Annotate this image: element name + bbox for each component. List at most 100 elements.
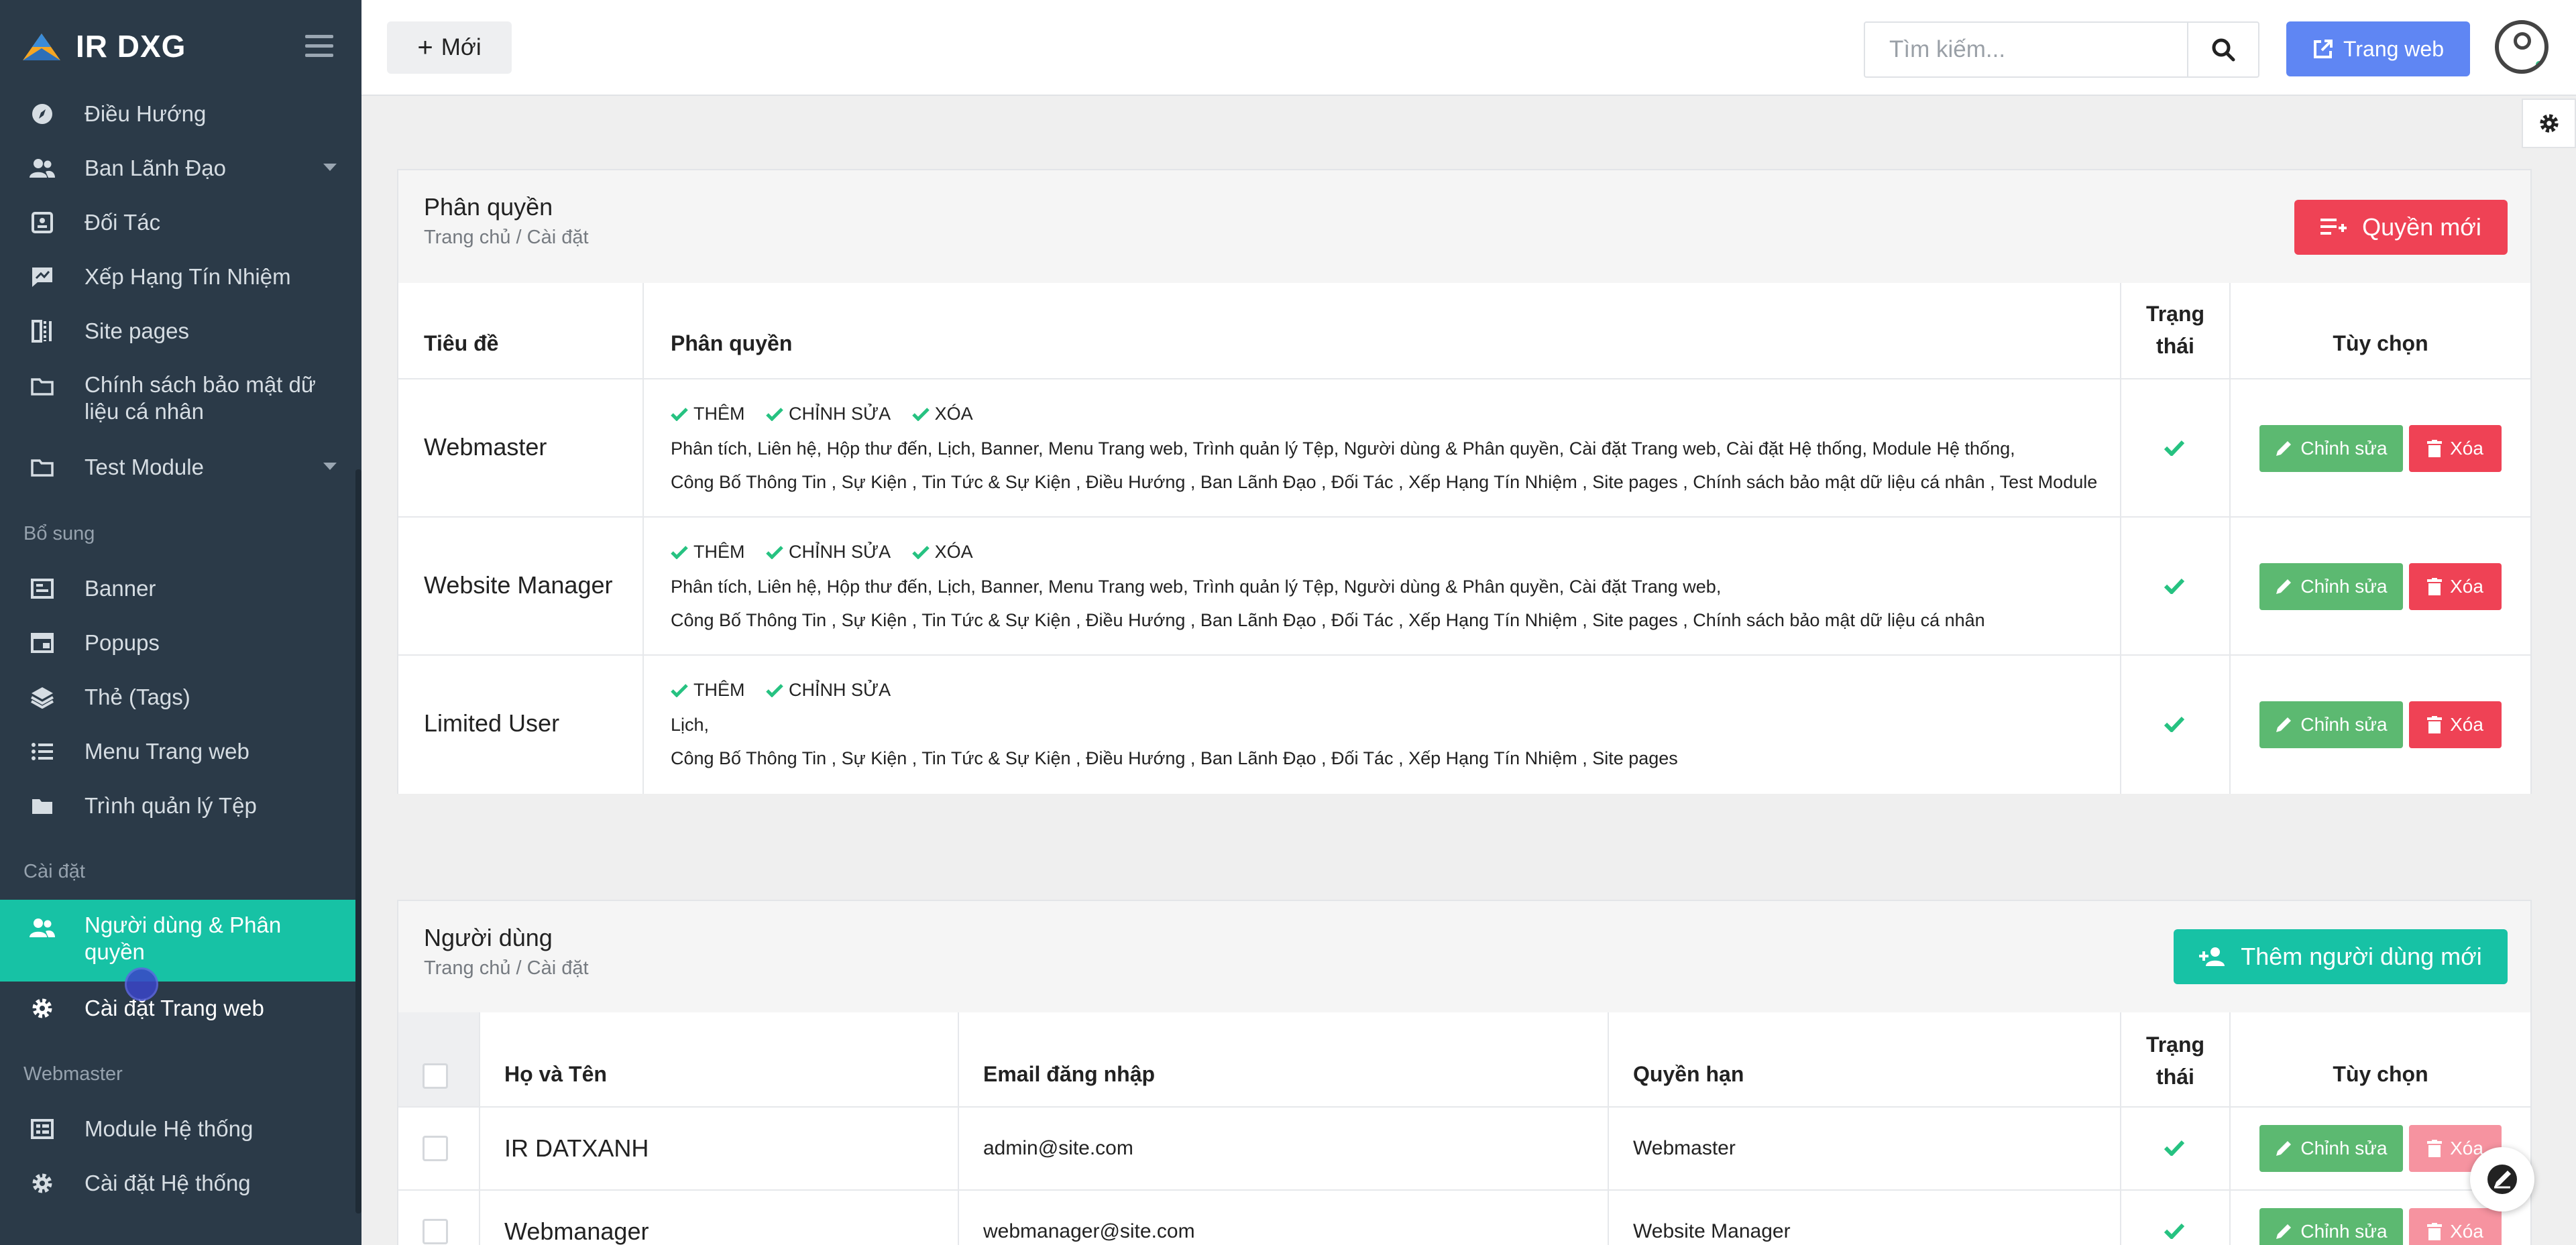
sidebar-item-users-permissions[interactable]: Người dùng & Phân quyền	[0, 900, 355, 982]
role-title: Webmaster	[424, 433, 547, 461]
sidebar-item-menu[interactable]: Menu Trang web	[0, 725, 355, 778]
sidebar-item-xep-hang[interactable]: Xếp Hạng Tín Nhiệm	[0, 250, 355, 304]
new-permission-button[interactable]: Quyền mới	[2294, 200, 2508, 255]
new-permission-label: Quyền mới	[2362, 213, 2481, 241]
permission-tags: THÊM CHỈNH SỬA XÓA	[671, 404, 989, 426]
edit-button[interactable]: Chỉnh sửa	[2259, 1125, 2403, 1172]
layers-icon	[30, 685, 55, 709]
edit-button[interactable]: Chỉnh sửa	[2259, 563, 2403, 610]
add-user-icon	[2199, 947, 2225, 966]
gear-icon	[2539, 114, 2559, 133]
search-button[interactable]	[2187, 21, 2259, 78]
perm-tag: THÊM	[671, 542, 745, 562]
perm-tag: CHỈNH SỬA	[766, 542, 891, 562]
topbar: + Mới Tìm kiếm... Trang web	[361, 0, 2576, 96]
row-checkbox[interactable]	[423, 1136, 448, 1161]
settings-gear-button[interactable]	[2522, 99, 2576, 148]
search-icon	[2212, 38, 2235, 62]
permission-tags: THÊM CHỈNH SỬA	[671, 680, 907, 702]
breadcrumb: Trang chủ / Cài đặt	[424, 227, 589, 248]
delete-button[interactable]: Xóa	[2409, 425, 2502, 472]
col-header-title: Tiêu đề	[424, 331, 499, 355]
delete-button[interactable]: Xóa	[2409, 1208, 2502, 1245]
sidebar-item-banner[interactable]: Banner	[0, 562, 355, 615]
sidebar-scrollbar[interactable]	[355, 469, 361, 1213]
sidebar-item-test-module[interactable]: Test Module	[0, 440, 355, 494]
hamburger-menu-icon[interactable]	[305, 35, 333, 58]
gear-icon	[30, 1171, 55, 1195]
sidebar-item-label: Cài đặt Trang web	[85, 996, 264, 1020]
sidebar-item-dieu-huong[interactable]: Điều Hướng	[0, 87, 355, 141]
perm-tag: THÊM	[671, 680, 745, 701]
sidebar-item-site-pages[interactable]: Site pages	[0, 304, 355, 358]
delete-button[interactable]: Xóa	[2409, 701, 2502, 748]
id-card-icon	[30, 211, 55, 235]
delete-button[interactable]: Xóa	[2409, 563, 2502, 610]
sidebar-item-ban-lanh-dao[interactable]: Ban Lãnh Đạo	[0, 141, 355, 195]
col-header-options: Tùy chọn	[2333, 331, 2428, 355]
edit-button[interactable]: Chỉnh sửa	[2259, 1208, 2403, 1245]
sidebar-item-label: Popups	[85, 630, 160, 655]
pencil-icon	[2276, 717, 2292, 732]
new-button[interactable]: + Mới	[387, 21, 512, 74]
floating-edit-button[interactable]	[2470, 1147, 2534, 1211]
edit-button[interactable]: Chỉnh sửa	[2259, 701, 2403, 748]
perm-tag: CHỈNH SỬA	[766, 404, 891, 424]
image-icon	[30, 577, 55, 601]
sidebar-item-system-settings[interactable]: Cài đặt Hệ thống	[0, 1157, 355, 1210]
brand-name: IR DXG	[76, 29, 186, 64]
sidebar-item-popups[interactable]: Popups	[0, 616, 355, 670]
section-label-webmaster: Webmaster	[23, 1063, 123, 1085]
sidebar-item-file-manager[interactable]: Trình quản lý Tệp	[0, 779, 355, 833]
role-title: Limited User	[424, 709, 560, 737]
users-icon	[30, 156, 55, 180]
user-email: admin@site.com	[983, 1137, 1133, 1159]
user-role: Website Manager	[1633, 1220, 1791, 1242]
avatar[interactable]	[2495, 20, 2549, 74]
perm-tag: XÓA	[911, 542, 973, 562]
sidebar-item-label: Ban Lãnh Đạo	[85, 156, 227, 180]
trash-icon	[2427, 716, 2443, 733]
gear-icon	[30, 996, 55, 1020]
check-icon	[766, 407, 783, 421]
status-check-icon	[2164, 578, 2184, 594]
status-check-icon	[2164, 1223, 2184, 1239]
sidebar-item-label: Người dùng & Phân quyền	[85, 912, 282, 964]
window-icon	[30, 631, 55, 655]
search-input[interactable]: Tìm kiếm...	[1864, 21, 2188, 78]
col-header-name: Họ và Tên	[504, 1062, 607, 1086]
trash-icon	[2427, 1140, 2443, 1157]
check-icon	[911, 407, 930, 421]
playlist-add-icon	[2320, 219, 2347, 235]
sidebar-item-tags[interactable]: Thẻ (Tags)	[0, 670, 355, 724]
add-user-button[interactable]: Thêm người dùng mới	[2174, 929, 2508, 984]
select-all-checkbox[interactable]	[423, 1063, 448, 1089]
sidebar-item-label: Cài đặt Hệ thống	[85, 1171, 251, 1195]
col-header-email: Email đăng nhập	[983, 1062, 1156, 1086]
sidebar-item-label: Menu Trang web	[85, 739, 249, 764]
status-check-icon	[2164, 440, 2184, 456]
website-button[interactable]: Trang web	[2286, 21, 2470, 76]
row-checkbox[interactable]	[423, 1219, 448, 1244]
pages-icon	[30, 319, 55, 343]
users-card: Người dùng Trang chủ / Cài đặt Thêm ngườ…	[397, 900, 2532, 1245]
table-row: Website Manager THÊM CHỈNH SỬA XÓA Phân …	[398, 516, 2530, 654]
sidebar-item-label: Module Hệ thống	[85, 1116, 254, 1141]
sidebar-item-chinh-sach[interactable]: Chính sách bảo mật dữ liệu cá nhân	[0, 371, 355, 425]
trash-icon	[2427, 578, 2443, 595]
users-table: Họ và Tên Email đăng nhập Quyền hạn Trạn…	[398, 1012, 2530, 1245]
sidebar-item-doi-tac[interactable]: Đối Tác	[0, 196, 355, 249]
check-icon	[766, 545, 783, 559]
edit-button[interactable]: Chỉnh sửa	[2259, 425, 2403, 472]
online-status-dot	[2534, 59, 2544, 70]
trash-icon	[2427, 1223, 2443, 1240]
card-title: Người dùng	[424, 924, 553, 951]
permission-modules: Công Bố Thông Tin , Sự Kiện , Tin Tức & …	[671, 748, 1678, 768]
sidebar-item-system-module[interactable]: Module Hệ thống	[0, 1102, 355, 1156]
list-icon	[30, 739, 55, 764]
permission-modules: Công Bố Thông Tin , Sự Kiện , Tin Tức & …	[671, 472, 2098, 492]
user-email: webmanager@site.com	[983, 1220, 1195, 1242]
sidebar-item-site-settings[interactable]: Cài đặt Trang web	[0, 982, 355, 1035]
website-button-label: Trang web	[2343, 36, 2444, 61]
perm-tag: CHỈNH SỬA	[766, 680, 891, 701]
